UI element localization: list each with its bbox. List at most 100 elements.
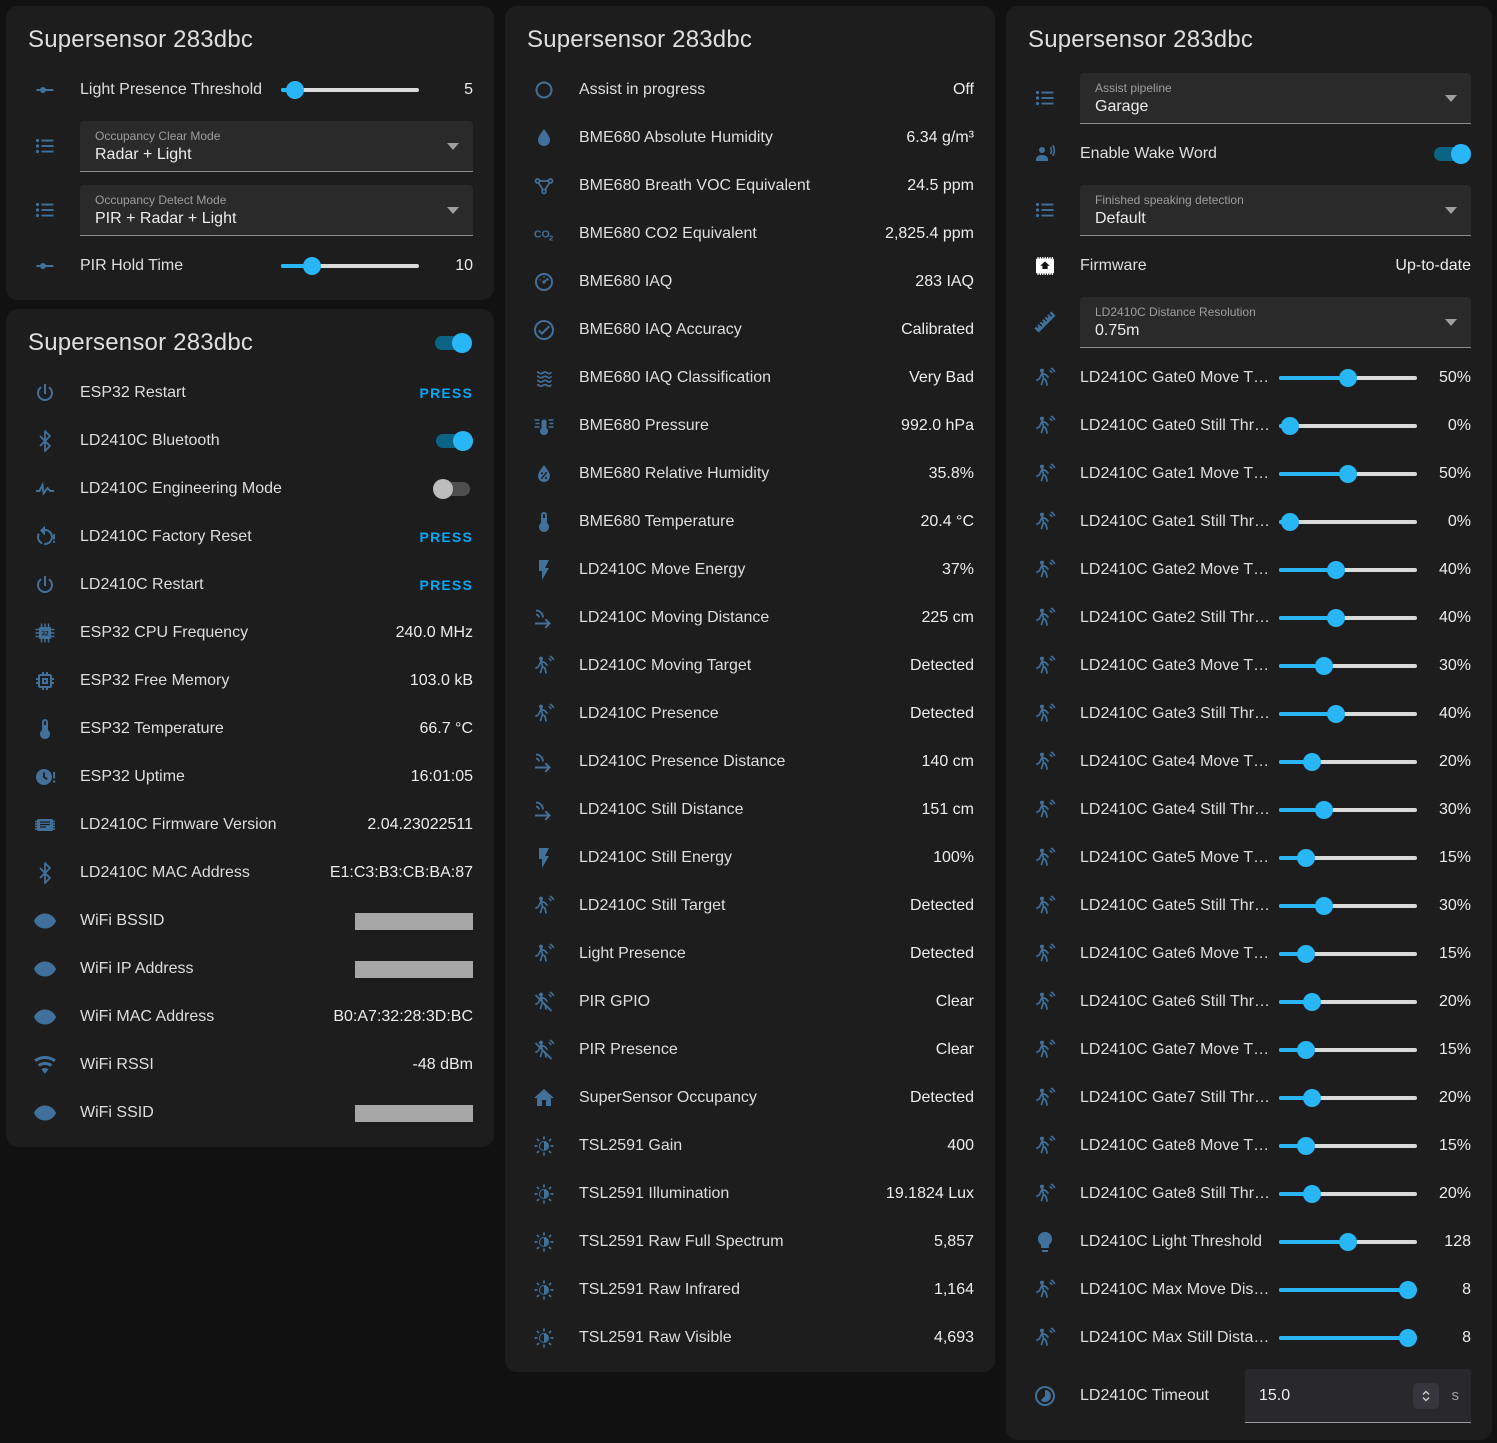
slider-thumb[interactable]	[1281, 513, 1299, 531]
slider-thumb[interactable]	[1303, 1089, 1321, 1107]
sensor-row[interactable]: TSL2591 Illumination19.1824 Lux	[505, 1170, 995, 1218]
slider[interactable]	[1279, 1088, 1417, 1108]
slider[interactable]	[1279, 464, 1417, 484]
toggle-switch[interactable]	[1431, 144, 1471, 164]
slider-thumb[interactable]	[1339, 1233, 1357, 1251]
row-value: E1:C3:B3:CB:BA:87	[330, 864, 473, 882]
slider-thumb[interactable]	[1297, 945, 1315, 963]
slider-thumb[interactable]	[1303, 1185, 1321, 1203]
slider[interactable]	[1279, 704, 1417, 724]
sensor-row[interactable]: WiFi MAC AddressB0:A7:32:28:3D:BC	[6, 993, 494, 1041]
toggle-switch[interactable]	[433, 431, 473, 451]
slider[interactable]	[1279, 1232, 1417, 1252]
sensor-row[interactable]: TSL2591 Gain400	[505, 1122, 995, 1170]
select-field[interactable]: Occupancy Detect ModePIR + Radar + Light	[80, 185, 473, 236]
slider[interactable]	[1279, 1280, 1417, 1300]
slider[interactable]	[281, 80, 419, 100]
slider-thumb[interactable]	[1327, 705, 1345, 723]
sensor-row[interactable]: LD2410C Move Energy37%	[505, 546, 995, 594]
sensor-row[interactable]: TSL2591 Raw Visible4,693	[505, 1314, 995, 1362]
slider[interactable]	[281, 256, 419, 276]
slider[interactable]	[1279, 992, 1417, 1012]
sensor-row[interactable]: BME680 Breath VOC Equivalent24.5 ppm	[505, 162, 995, 210]
sensor-row[interactable]: TSL2591 Raw Full Spectrum5,857	[505, 1218, 995, 1266]
slider[interactable]	[1279, 512, 1417, 532]
sensor-row[interactable]: BME680 Absolute Humidity6.34 g/m³	[505, 114, 995, 162]
slider-thumb[interactable]	[1297, 849, 1315, 867]
slider[interactable]	[1279, 1136, 1417, 1156]
toggle-switch[interactable]	[433, 479, 473, 499]
sensor-row[interactable]: FirmwareUp-to-date	[1006, 242, 1492, 290]
slider[interactable]	[1279, 656, 1417, 676]
slider-thumb[interactable]	[1399, 1281, 1417, 1299]
slider-thumb[interactable]	[1327, 561, 1345, 579]
sensor-row[interactable]: ESP32 Temperature66.7 °C	[6, 705, 494, 753]
press-button[interactable]: PRESS	[420, 529, 473, 545]
slider-thumb[interactable]	[1399, 1329, 1417, 1347]
slider-thumb[interactable]	[1315, 897, 1333, 915]
sensor-row[interactable]: LD2410C Still Energy100%	[505, 834, 995, 882]
slider[interactable]	[1279, 944, 1417, 964]
stepper-icon[interactable]	[1413, 1383, 1439, 1409]
sensor-row[interactable]: SuperSensor OccupancyDetected	[505, 1074, 995, 1122]
select-field[interactable]: LD2410C Distance Resolution0.75m	[1080, 297, 1471, 348]
number-input[interactable]: 15.0s	[1245, 1369, 1471, 1423]
slider[interactable]	[1279, 560, 1417, 580]
slider[interactable]	[1279, 752, 1417, 772]
sensor-row[interactable]: BME680 IAQ ClassificationVery Bad	[505, 354, 995, 402]
sensor-row[interactable]: PIR GPIOClear	[505, 978, 995, 1026]
select-field[interactable]: Assist pipelineGarage	[1080, 73, 1471, 124]
slider-thumb[interactable]	[1339, 465, 1357, 483]
slider-thumb[interactable]	[1303, 753, 1321, 771]
sensor-row[interactable]: CO2BME680 CO2 Equivalent2,825.4 ppm	[505, 210, 995, 258]
sensor-row[interactable]: LD2410C PresenceDetected	[505, 690, 995, 738]
slider-thumb[interactable]	[1297, 1041, 1315, 1059]
slider[interactable]	[1279, 416, 1417, 436]
slider[interactable]	[1279, 1328, 1417, 1348]
firmware-update-icon	[1033, 254, 1057, 278]
sensor-row[interactable]: ESP32 Uptime16:01:05	[6, 753, 494, 801]
sensor-row[interactable]: LD2410C Still Distance151 cm	[505, 786, 995, 834]
slider[interactable]	[1279, 608, 1417, 628]
slider-thumb[interactable]	[1339, 369, 1357, 387]
sensor-row[interactable]: BME680 Pressure992.0 hPa	[505, 402, 995, 450]
sensor-row[interactable]: 32ESP32 CPU Frequency240.0 MHz	[6, 609, 494, 657]
slider-value: 15%	[1427, 849, 1471, 867]
slider-thumb[interactable]	[1303, 993, 1321, 1011]
sensor-row[interactable]: WiFi RSSI-48 dBm	[6, 1041, 494, 1089]
sensor-row[interactable]: Light PresenceDetected	[505, 930, 995, 978]
sensor-row[interactable]: LD2410C Firmware Version2.04.23022511	[6, 801, 494, 849]
select-field[interactable]: Finished speaking detectionDefault	[1080, 185, 1471, 236]
sensor-row[interactable]: BME680 Temperature20.4 °C	[505, 498, 995, 546]
slider[interactable]	[1279, 368, 1417, 388]
slider[interactable]	[1279, 896, 1417, 916]
sensor-row[interactable]: BME680 IAQ AccuracyCalibrated	[505, 306, 995, 354]
sensor-row[interactable]: LD2410C Moving Distance225 cm	[505, 594, 995, 642]
press-button[interactable]: PRESS	[420, 385, 473, 401]
slider[interactable]	[1279, 1040, 1417, 1060]
sensor-row[interactable]: LD2410C MAC AddressE1:C3:B3:CB:BA:87	[6, 849, 494, 897]
slider-thumb[interactable]	[303, 257, 321, 275]
slider-thumb[interactable]	[1327, 609, 1345, 627]
card-header-toggle[interactable]	[432, 333, 472, 353]
press-button[interactable]: PRESS	[420, 577, 473, 593]
slider-thumb[interactable]	[1297, 1137, 1315, 1155]
sensor-row[interactable]: LD2410C Moving TargetDetected	[505, 642, 995, 690]
select-field[interactable]: Occupancy Clear ModeRadar + Light	[80, 121, 473, 172]
slider-thumb[interactable]	[1315, 657, 1333, 675]
sensor-row[interactable]: BME680 Relative Humidity35.8%	[505, 450, 995, 498]
sensor-row[interactable]: Assist in progressOff	[505, 66, 995, 114]
sensor-row[interactable]: TSL2591 Raw Infrared1,164	[505, 1266, 995, 1314]
slider-thumb[interactable]	[1315, 801, 1333, 819]
slider[interactable]	[1279, 800, 1417, 820]
sensor-row[interactable]: LD2410C Presence Distance140 cm	[505, 738, 995, 786]
sensor-row[interactable]: BME680 IAQ283 IAQ	[505, 258, 995, 306]
slider-thumb[interactable]	[286, 81, 304, 99]
sensor-row[interactable]: PIR PresenceClear	[505, 1026, 995, 1074]
sensor-row[interactable]: ESP32 Free Memory103.0 kB	[6, 657, 494, 705]
slider[interactable]	[1279, 1184, 1417, 1204]
sensor-row[interactable]: LD2410C Still TargetDetected	[505, 882, 995, 930]
slider[interactable]	[1279, 848, 1417, 868]
card-title-row: Supersensor 283dbc	[6, 24, 494, 66]
slider-thumb[interactable]	[1281, 417, 1299, 435]
